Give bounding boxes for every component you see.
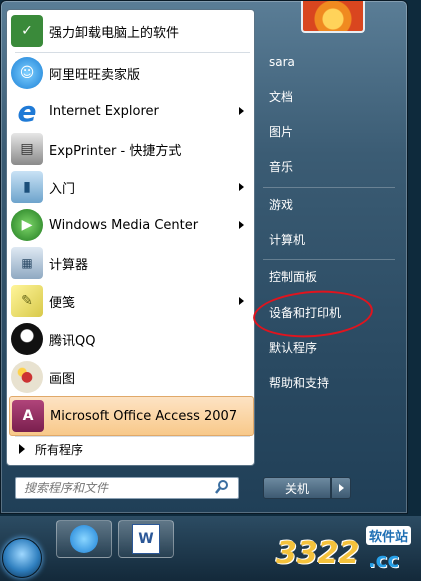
watermark-number: 3322	[276, 536, 360, 571]
watermark-suffix: .cc	[368, 548, 400, 572]
start-menu: ✓ 强力卸载电脑上的软件 ☺ 阿里旺旺卖家版 e Internet Explor…	[0, 0, 408, 514]
taskbar-word[interactable]: W	[118, 520, 174, 558]
right-item-computer[interactable]: 计算机	[263, 224, 395, 254]
right-item-label: 游戏	[269, 197, 294, 212]
right-item-label: 图片	[269, 124, 294, 139]
submenu-arrow-icon[interactable]	[239, 221, 244, 229]
right-item-help-support[interactable]: 帮助和支持	[263, 367, 395, 397]
submenu-arrow-icon[interactable]	[239, 183, 244, 191]
right-item-music[interactable]: 音乐	[263, 151, 395, 181]
program-media-center[interactable]: ▶ Windows Media Center	[9, 206, 252, 244]
right-item-label: 计算机	[269, 232, 306, 247]
chevron-right-icon	[338, 484, 344, 492]
user-avatar[interactable]	[301, 1, 365, 33]
program-qq[interactable]: 腾讯QQ	[9, 320, 252, 358]
uninstall-icon: ✓	[11, 15, 43, 47]
program-label: 画图	[49, 371, 76, 387]
program-label: 强力卸载电脑上的软件	[49, 25, 180, 41]
program-getting-started[interactable]: ▮ 入门	[9, 168, 252, 206]
shutdown-button[interactable]: 关机	[263, 477, 331, 499]
divider	[263, 187, 395, 188]
access-icon: A	[12, 400, 44, 432]
right-item-control-panel[interactable]: 控制面板	[263, 261, 395, 291]
right-item-label: sara	[269, 55, 295, 69]
right-item-label: 帮助和支持	[269, 375, 330, 390]
search-box[interactable]	[15, 477, 239, 499]
submenu-arrow-icon[interactable]	[239, 297, 244, 305]
program-aliwangwang[interactable]: ☺ 阿里旺旺卖家版	[9, 54, 252, 92]
site-watermark: 3322 软件站 .cc	[272, 524, 418, 578]
qq-penguin-icon	[11, 323, 43, 355]
divider	[263, 259, 395, 260]
word-icon: W	[132, 524, 160, 554]
program-label: Windows Media Center	[49, 217, 199, 233]
program-label: 便笺	[49, 295, 76, 311]
shutdown-options-button[interactable]	[331, 477, 351, 499]
right-item-games[interactable]: 游戏	[263, 189, 395, 219]
expand-arrow-icon	[19, 444, 25, 454]
right-item-documents[interactable]: 文档	[263, 81, 395, 111]
calculator-icon: ▦	[11, 247, 43, 279]
right-item-label: 控制面板	[269, 269, 318, 284]
sticky-notes-icon: ✎	[11, 285, 43, 317]
getting-started-icon: ▮	[11, 171, 43, 203]
aliwangwang-icon	[70, 525, 98, 553]
aliwangwang-icon: ☺	[11, 57, 43, 89]
program-paint[interactable]: ● 画图	[9, 358, 252, 396]
program-sticky-notes[interactable]: ✎ 便笺	[9, 282, 252, 320]
right-item-pictures[interactable]: 图片	[263, 116, 395, 146]
programs-pane: ✓ 强力卸载电脑上的软件 ☺ 阿里旺旺卖家版 e Internet Explor…	[6, 9, 255, 466]
paint-palette-icon: ●	[11, 361, 43, 393]
divider	[15, 52, 250, 53]
program-label: 入门	[49, 181, 76, 197]
right-item-user[interactable]: sara	[263, 47, 395, 77]
search-input[interactable]	[22, 480, 214, 496]
search-icon[interactable]	[214, 479, 232, 497]
divider	[15, 436, 250, 437]
right-item-label: 音乐	[269, 159, 294, 174]
program-access-2007[interactable]: A Microsoft Office Access 2007	[9, 396, 254, 436]
internet-explorer-icon: e	[17, 94, 37, 128]
watermark-top-text: 软件站	[366, 526, 412, 545]
printer-icon: ▤	[11, 133, 43, 165]
program-label: 阿里旺旺卖家版	[49, 67, 141, 83]
program-internet-explorer[interactable]: e Internet Explorer	[9, 92, 252, 130]
program-label: Microsoft Office Access 2007	[50, 408, 238, 424]
right-item-label: 文档	[269, 89, 294, 104]
all-programs-button[interactable]: 所有程序	[9, 438, 252, 460]
program-label: ExpPrinter - 快捷方式	[49, 143, 182, 159]
shutdown-label: 关机	[284, 481, 309, 496]
program-label: Internet Explorer	[49, 103, 159, 119]
right-item-default-programs[interactable]: 默认程序	[263, 332, 395, 362]
program-calculator[interactable]: ▦ 计算器	[9, 244, 252, 282]
program-label: 腾讯QQ	[49, 333, 96, 349]
program-expprinter[interactable]: ▤ ExpPrinter - 快捷方式	[9, 130, 252, 168]
submenu-arrow-icon[interactable]	[239, 107, 244, 115]
media-center-icon: ▶	[11, 209, 43, 241]
program-uninstaller[interactable]: ✓ 强力卸载电脑上的软件	[9, 12, 252, 50]
program-label: 计算器	[49, 257, 89, 273]
start-orb-icon[interactable]	[2, 538, 42, 578]
all-programs-label: 所有程序	[35, 442, 84, 457]
right-item-label: 默认程序	[269, 340, 318, 355]
taskbar-aliwangwang[interactable]	[56, 520, 112, 558]
